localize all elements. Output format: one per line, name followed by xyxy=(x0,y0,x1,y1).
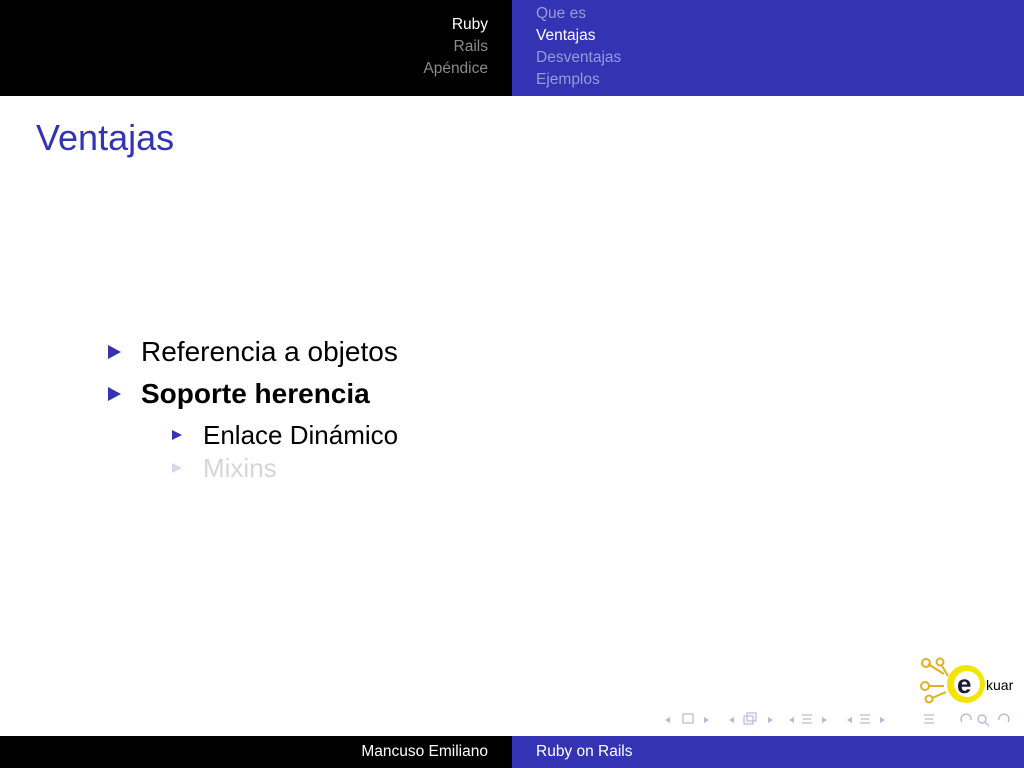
sub-bullet-item: Mixins xyxy=(172,453,277,484)
bullet-text: Referencia a objetos xyxy=(141,336,398,367)
sub-bullet-item: Enlace Dinámico xyxy=(172,420,398,451)
ekuar-logo: e kuar xyxy=(918,656,1018,706)
triangle-bullet-icon xyxy=(172,463,182,474)
bullet-text: Soporte herencia xyxy=(141,378,370,409)
footer-bar: Mancuso Emiliano Ruby on Rails xyxy=(0,736,1024,768)
triangle-bullet-icon xyxy=(172,430,182,441)
nav-next-section-icon[interactable] xyxy=(822,717,827,723)
bullet-item: Referencia a objetos xyxy=(108,336,398,368)
nav-prev-presentation-icon[interactable] xyxy=(847,717,852,723)
presentation-icon[interactable] xyxy=(860,714,870,724)
nav-next-presentation-icon[interactable] xyxy=(880,717,885,723)
frame-icon[interactable] xyxy=(682,713,694,724)
beamer-navigation-bar xyxy=(662,710,1018,730)
footer-left-panel: Mancuso Emiliano xyxy=(0,736,512,768)
nav-next-frame-icon[interactable] xyxy=(704,717,709,723)
nav-prev-frame-icon[interactable] xyxy=(665,717,670,723)
bullet-text: Enlace Dinámico xyxy=(203,420,399,450)
bullet-text: Mixins xyxy=(203,453,277,483)
undo-icon[interactable] xyxy=(960,713,972,723)
footer-presentation-title: Ruby on Rails xyxy=(536,743,633,760)
svg-text:e: e xyxy=(957,669,971,699)
slide-content: Referencia a objetos Soporte herencia En… xyxy=(0,0,1024,768)
triangle-bullet-icon xyxy=(108,344,121,359)
footer-author: Mancuso Emiliano xyxy=(361,743,488,760)
nav-prev-subsection-icon[interactable] xyxy=(729,717,734,723)
bullet-item: Soporte herencia xyxy=(108,378,370,410)
subsection-icon[interactable] xyxy=(743,712,757,725)
footer-right-panel: Ruby on Rails xyxy=(512,736,1024,768)
nav-next-subsection-icon[interactable] xyxy=(768,717,773,723)
search-handle-icon[interactable] xyxy=(984,721,990,727)
nav-prev-section-icon[interactable] xyxy=(789,717,794,723)
section-icon[interactable] xyxy=(802,714,812,724)
triangle-bullet-icon xyxy=(108,386,121,401)
appendix-icon[interactable] xyxy=(924,714,934,724)
redo-icon[interactable] xyxy=(998,713,1010,723)
logo-wordmark: kuar xyxy=(986,677,1014,693)
search-icon[interactable] xyxy=(977,714,987,724)
